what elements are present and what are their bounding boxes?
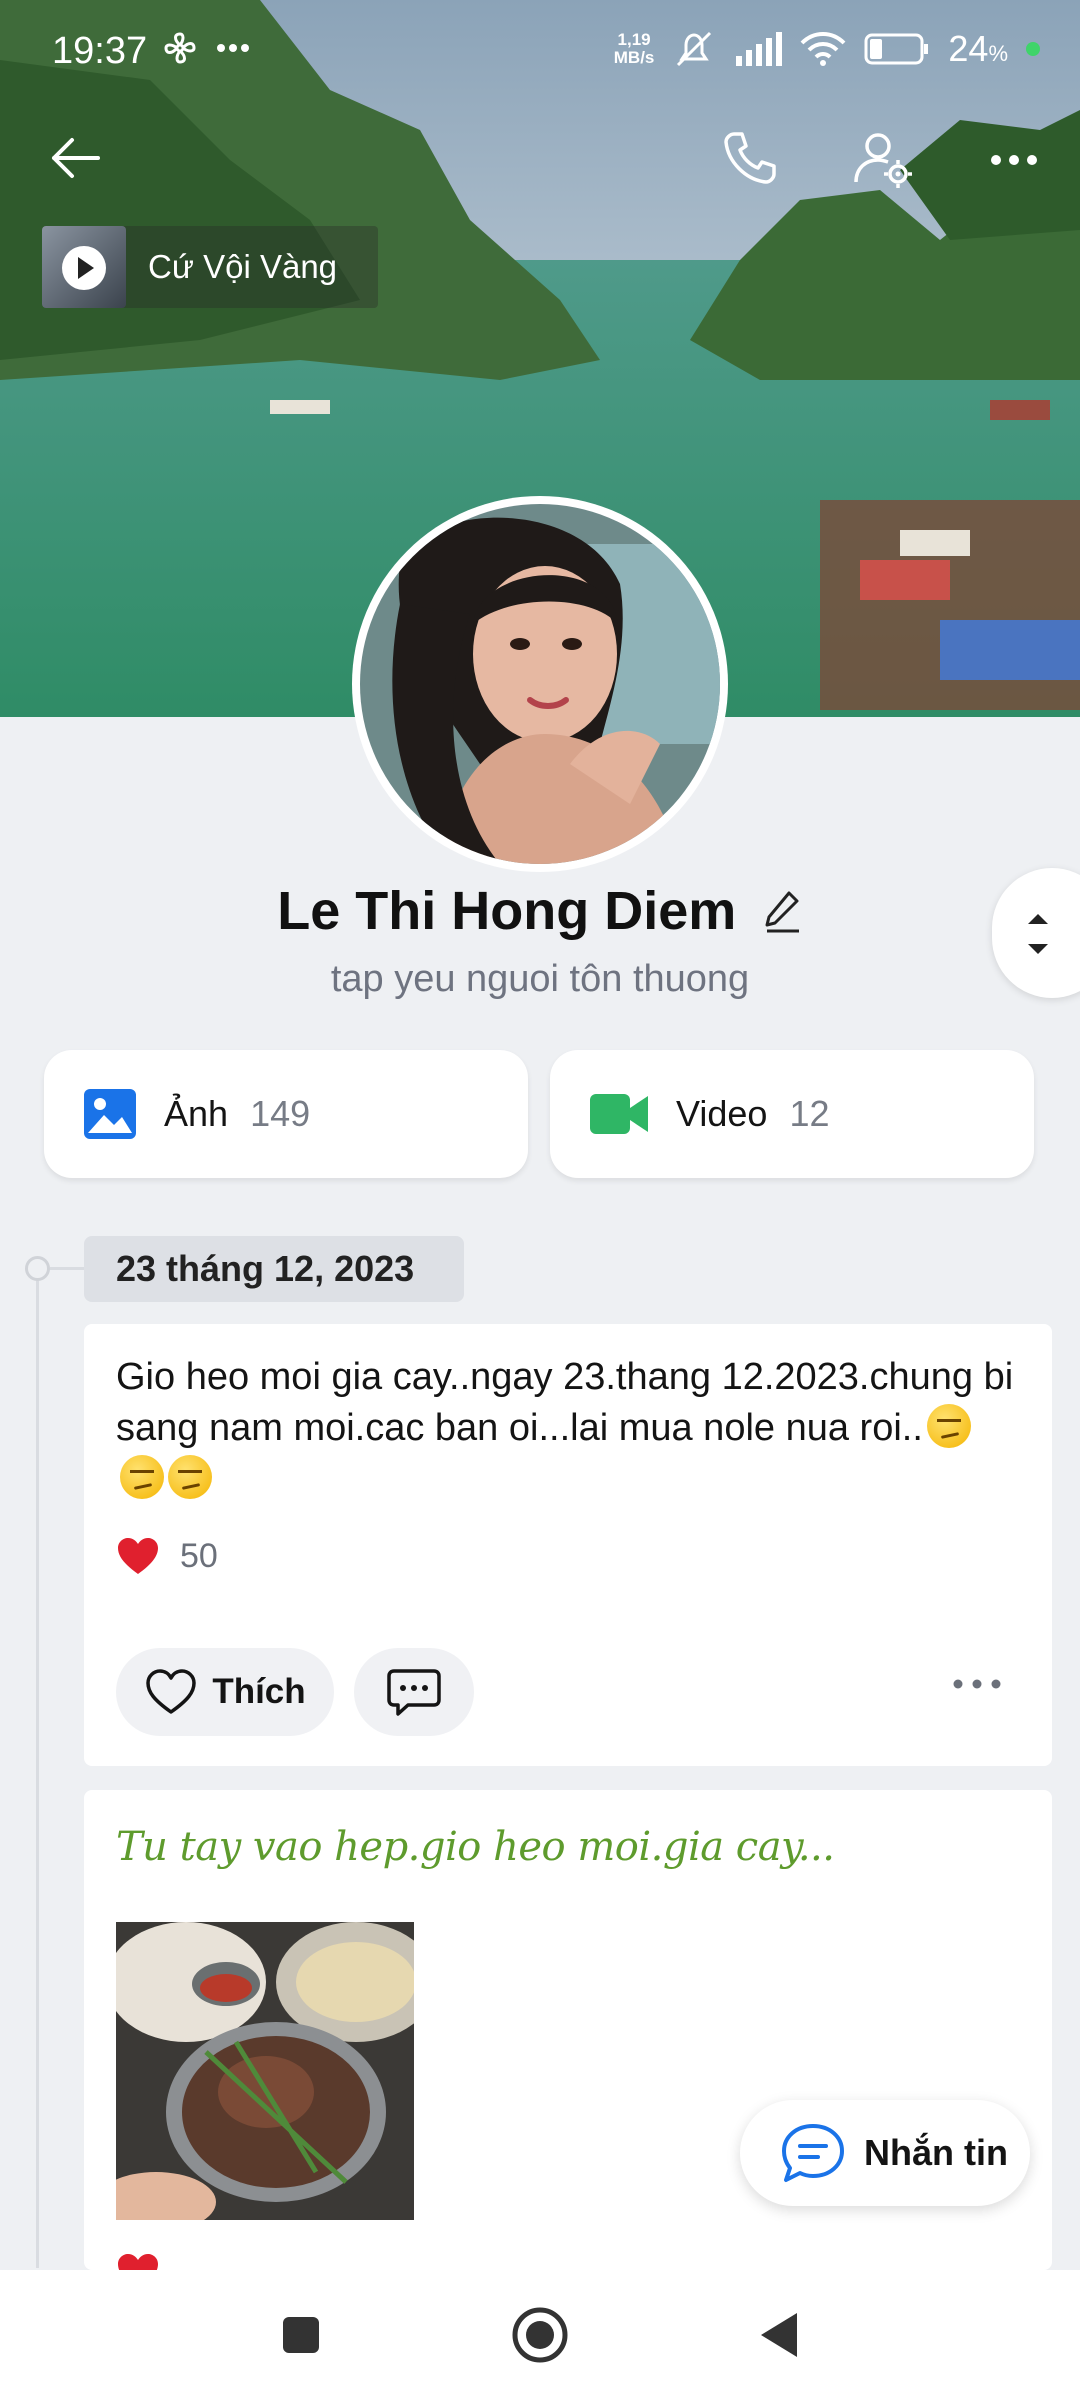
- avatar[interactable]: [352, 496, 728, 872]
- comment-icon: [387, 1669, 441, 1716]
- battery-icon: [864, 33, 929, 65]
- comment-button[interactable]: [354, 1648, 474, 1736]
- post-more-icon[interactable]: [952, 1678, 1002, 1690]
- edit-pencil-icon[interactable]: [763, 889, 803, 933]
- timeline-date: 23 tháng 12, 2023: [84, 1236, 464, 1302]
- back-arrow-icon[interactable]: [46, 128, 106, 188]
- video-camera-icon: [590, 1094, 648, 1134]
- battery-level: 24: [948, 28, 989, 69]
- videos-card[interactable]: Video 12: [550, 1050, 1034, 1178]
- post-photo[interactable]: [116, 1922, 414, 2220]
- photos-card[interactable]: Ảnh 149: [44, 1050, 528, 1178]
- heart-reaction-icon: [118, 2254, 158, 2270]
- post-text: Gio heo moi gia cay..ngay 23.thang 12.20…: [116, 1352, 1016, 1505]
- mute-bell-icon: [677, 31, 712, 67]
- recent-apps-icon[interactable]: [281, 2315, 321, 2355]
- videos-count: 12: [789, 1093, 830, 1134]
- pinwheel-icon: [164, 32, 196, 64]
- wifi-icon: [800, 32, 846, 66]
- profile-name: Le Thi Hong Diem: [277, 881, 737, 941]
- smirk-emoji-icon: [168, 1455, 212, 1499]
- status-bar: 19:37 1,19 MB/s 24%: [0, 0, 1080, 100]
- post-title: Tu tay vao hep.gio heo moi.gia cay...: [116, 1824, 835, 1870]
- more-options-icon[interactable]: [990, 128, 1040, 188]
- status-dot: [1026, 42, 1040, 56]
- photos-count: 149: [250, 1093, 311, 1134]
- back-icon[interactable]: [759, 2311, 799, 2359]
- signal-icon: [736, 32, 783, 66]
- chat-bubble-icon: [782, 2124, 844, 2182]
- music-title: Cứ Vội Vàng: [148, 248, 338, 285]
- image-icon: [84, 1089, 136, 1139]
- music-thumbnail: [42, 226, 126, 308]
- network-speed: 1,19 MB/s: [613, 30, 655, 67]
- message-button[interactable]: Nhắn tin: [740, 2100, 1030, 2206]
- expand-collapse-icon: [1028, 914, 1048, 954]
- reaction-count: 50: [180, 1536, 218, 1575]
- timeline-node: [25, 1256, 50, 1281]
- system-nav-bar: [0, 2270, 1080, 2400]
- phone-icon[interactable]: [720, 128, 780, 188]
- videos-label: Video: [676, 1093, 768, 1134]
- profile-bio: tap yeu nguoi tôn thuong: [330, 958, 750, 1000]
- home-icon[interactable]: [511, 2306, 569, 2364]
- heart-reaction-icon: [118, 1538, 158, 1574]
- like-button[interactable]: Thích: [116, 1648, 334, 1736]
- play-icon[interactable]: [62, 246, 106, 290]
- timeline-line: [36, 1268, 39, 2268]
- smirk-emoji-icon: [926, 1404, 971, 1448]
- like-label: Thích: [212, 1672, 306, 1711]
- profile-music-chip[interactable]: Cứ Vội Vàng: [42, 226, 378, 308]
- status-time: 19:37: [52, 30, 148, 72]
- post-card[interactable]: Gio heo moi gia cay..ngay 23.thang 12.20…: [84, 1324, 1052, 1766]
- heart-outline-icon: [146, 1669, 197, 1714]
- reaction-summary[interactable]: 50: [116, 1536, 218, 1576]
- photos-label: Ảnh: [164, 1093, 229, 1134]
- smirk-emoji-icon: [120, 1455, 164, 1499]
- message-button-label: Nhắn tin: [864, 2132, 1008, 2173]
- more-notifications-icon: [217, 44, 249, 52]
- profile-settings-icon[interactable]: [852, 128, 916, 192]
